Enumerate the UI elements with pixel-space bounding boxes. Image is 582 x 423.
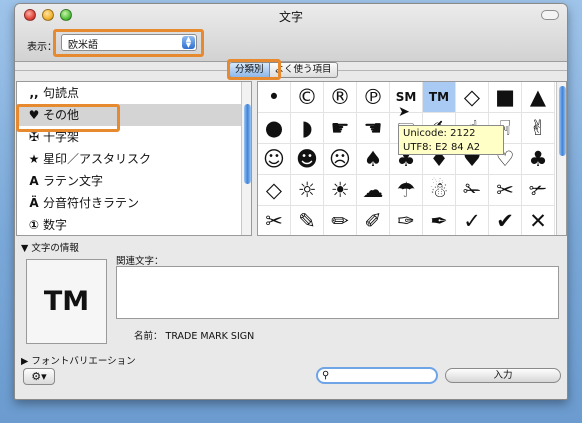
glyph-cell[interactable]: ✒ — [423, 206, 456, 235]
category-scroll-thumb[interactable] — [244, 104, 251, 184]
related-chars-box[interactable] — [116, 266, 559, 319]
glyph-cell[interactable]: ✎ — [291, 206, 324, 235]
category-item[interactable]: ① 数字 — [17, 214, 241, 235]
glyph-cell[interactable]: ☚ — [357, 113, 390, 144]
character-name: 名前： TRADE MARK SIGN — [134, 331, 255, 342]
insert-button[interactable]: 入力 — [445, 368, 561, 383]
glyph-cell[interactable]: ✐ — [357, 206, 390, 235]
tooltip-utf8: UTF8: E2 84 A2 — [403, 142, 481, 153]
tooltip-unicode: Unicode: 2122 — [403, 128, 476, 139]
glyph-cell[interactable]: ☻ — [291, 144, 324, 175]
category-icon: ★ — [28, 152, 40, 166]
glyph-cell[interactable]: ✂ — [489, 175, 522, 206]
glyph-cell[interactable]: ☂ — [390, 175, 423, 206]
category-icon: A — [29, 174, 39, 188]
font-variation-disclosure[interactable]: ▶ フォントバリエーション — [21, 353, 136, 367]
glyph-cell[interactable]: ◗ — [291, 113, 324, 144]
category-icon: ① — [28, 218, 40, 232]
glyph-cell[interactable]: ♣ — [522, 144, 555, 175]
category-item[interactable]: A ラテン文字 — [17, 170, 241, 192]
disclosure-closed-icon: ▶ — [21, 356, 32, 367]
toolbar-toggle-button[interactable] — [541, 10, 559, 20]
category-label: 十字架 — [43, 130, 80, 144]
category-label: 星印／アスタリスク — [43, 152, 152, 166]
glyph-cell[interactable]: ✃ — [522, 175, 555, 206]
window-title: 文字 — [278, 10, 303, 24]
glyph-preview: TM — [26, 259, 107, 344]
search-icon: ⚲ — [322, 370, 330, 381]
glyph-cell[interactable]: ✑ — [390, 206, 423, 235]
glyph-cell[interactable]: ✂ — [258, 206, 291, 235]
glyph-cell[interactable]: ◇ — [258, 175, 291, 206]
mouse-pointer-icon: ➤ — [398, 104, 410, 120]
glyph-cell[interactable]: ☀ — [324, 175, 357, 206]
glyph-cell[interactable]: • — [258, 82, 291, 113]
category-item[interactable]: ★ 星印／アスタリスク — [17, 148, 241, 170]
glyph-scrollbar[interactable] — [556, 82, 566, 235]
category-scrollbar[interactable] — [241, 82, 251, 235]
glyph-cell[interactable]: ☼ — [291, 175, 324, 206]
gear-icon: ⚙▾ — [31, 370, 47, 383]
highlight-category-tab — [227, 59, 281, 80]
glyph-grid: •©®℗SMTM◇■▲●◗☛☚☞✍☝☟✌☺☻☹♠♣♦♥♡♣◇☼☀☁☂☃✁✂✃✂✎… — [257, 81, 567, 236]
character-palette-window: 文字 表示： 欧米語 ▲ ▼ 分類別 よく使う項目 ,, 句読点 ♥ その他 ✠ 十字架 ★ 星… — [14, 3, 568, 400]
glyph-cell[interactable]: ● — [258, 113, 291, 144]
glyph-cell[interactable]: ☛ — [324, 113, 357, 144]
category-item[interactable]: ,, 句読点 — [17, 82, 241, 104]
glyph-cell[interactable]: ☺ — [258, 144, 291, 175]
highlight-view-select — [53, 29, 204, 57]
glyph-cell[interactable]: ® — [324, 82, 357, 113]
glyph-cell[interactable]: ☹ — [324, 144, 357, 175]
category-label: 句読点 — [43, 86, 80, 100]
category-label: 分音符付きラテン — [43, 196, 140, 210]
category-icon: Ä — [29, 196, 39, 210]
font-variation-label: フォントバリエーション — [31, 356, 136, 367]
character-info-disclosure[interactable]: ▼ 文字の情報 — [21, 240, 79, 254]
glyph-cell[interactable]: ☃ — [423, 175, 456, 206]
glyph-cell[interactable]: ◇ — [456, 82, 489, 113]
glyph-cell[interactable]: ☁ — [357, 175, 390, 206]
action-menu-button[interactable]: ⚙▾ — [23, 368, 55, 385]
highlight-selected-category — [16, 104, 120, 132]
glyph-cell[interactable]: ■ — [489, 82, 522, 113]
category-item[interactable]: Ä 分音符付きラテン — [17, 192, 241, 214]
glyph-cell[interactable]: ℗ — [357, 82, 390, 113]
glyph-cell[interactable]: ✓ — [456, 206, 489, 235]
disclosure-open-icon: ▼ — [21, 243, 32, 254]
glyph-cell[interactable]: ✏ — [324, 206, 357, 235]
glyph-cell[interactable]: ✕ — [522, 206, 555, 235]
category-label: ラテン文字 — [43, 174, 104, 188]
glyph-cell[interactable]: ✔ — [489, 206, 522, 235]
character-info-label: 文字の情報 — [31, 243, 79, 254]
glyph-scroll-thumb[interactable] — [559, 86, 566, 156]
category-icon: ,, — [29, 86, 39, 100]
title-bar[interactable]: 文字 表示： 欧米語 ▲ ▼ — [15, 4, 567, 62]
glyph-cell[interactable]: © — [291, 82, 324, 113]
glyph-cell[interactable]: TM — [423, 82, 456, 113]
glyph-cell[interactable]: ♠ — [357, 144, 390, 175]
glyph-tooltip: Unicode: 2122 UTF8: E2 84 A2 — [398, 125, 504, 155]
glyph-cell[interactable]: ✌ — [522, 113, 555, 144]
related-chars-label: 関連文字： — [116, 256, 164, 267]
category-label: 数字 — [43, 218, 68, 232]
glyph-cell[interactable]: ▲ — [522, 82, 555, 113]
glyph-cell[interactable]: ✁ — [456, 175, 489, 206]
search-field[interactable]: ⚲ — [316, 367, 438, 384]
